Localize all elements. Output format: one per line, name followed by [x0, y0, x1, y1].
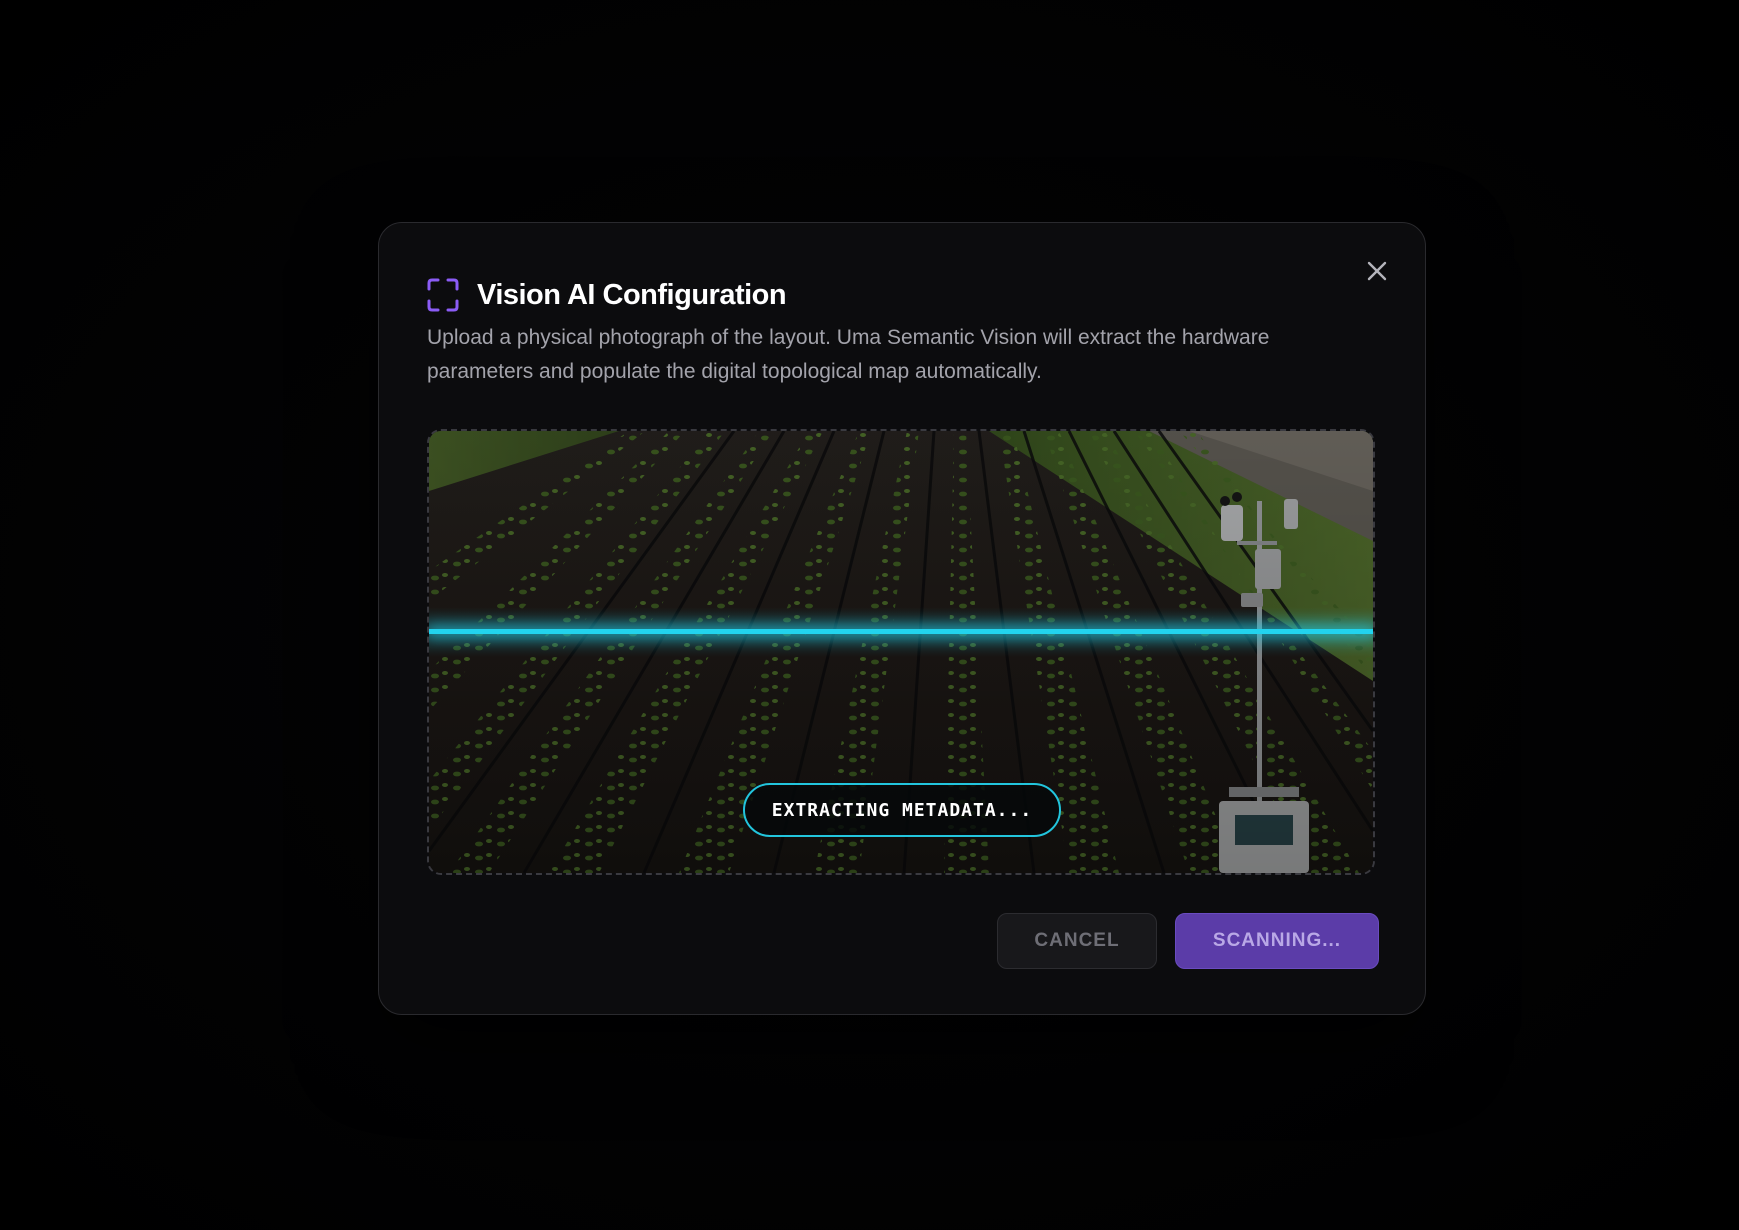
close-icon — [1367, 261, 1387, 281]
scan-status-badge: EXTRACTING METADATA... — [743, 783, 1061, 837]
scan-frame-icon — [427, 278, 459, 312]
modal-title: Vision AI Configuration — [477, 278, 787, 311]
scanning-button[interactable]: SCANNING... — [1175, 913, 1379, 969]
image-scan-area[interactable]: EXTRACTING METADATA... — [427, 429, 1375, 875]
modal-header: Vision AI Configuration — [427, 275, 787, 315]
modal-description: Upload a physical photograph of the layo… — [427, 326, 1270, 383]
scan-line — [429, 629, 1373, 634]
cancel-button[interactable]: CANCEL — [997, 913, 1157, 969]
close-button[interactable] — [1363, 257, 1391, 285]
vision-ai-modal: Vision AI Configuration Upload a physica… — [378, 222, 1426, 1015]
